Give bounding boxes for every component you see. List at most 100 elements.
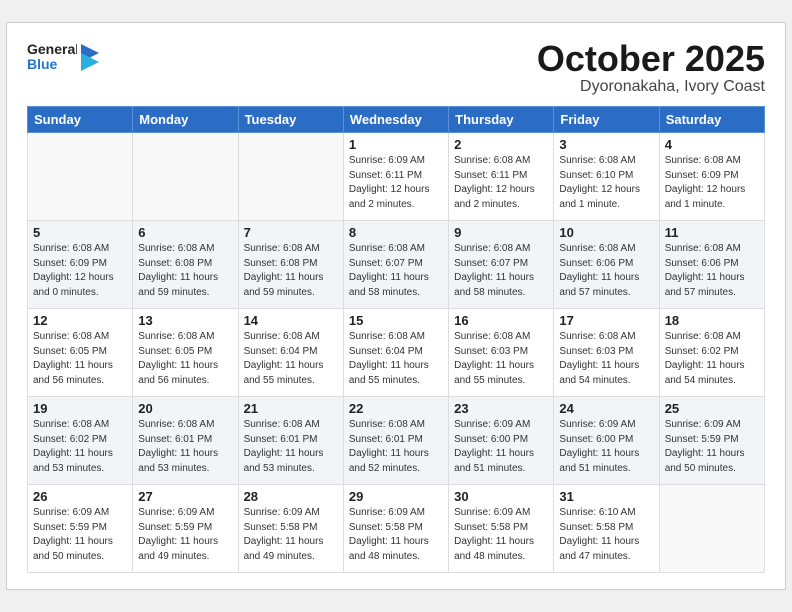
day-info: Sunrise: 6:09 AM Sunset: 5:58 PM Dayligh… bbox=[244, 506, 338, 564]
day-cell: 9Sunrise: 6:08 AM Sunset: 6:07 PM Daylig… bbox=[449, 221, 554, 309]
header-friday: Friday bbox=[554, 107, 659, 133]
day-number: 6 bbox=[138, 225, 232, 240]
location-title: Dyoronakaha, Ivory Coast bbox=[537, 78, 765, 96]
day-cell: 2 Sunrise: 6:08 AM Sunset: 6:11 PM Daylig… bbox=[449, 133, 554, 221]
day-cell: 14 Sunrise: 6:08 AM Sunset: 6:04 PM Dayli… bbox=[238, 309, 343, 397]
day-info: Sunrise: 6:08 AM Sunset: 6:05 PM Dayligh… bbox=[138, 330, 232, 388]
svg-text:General: General bbox=[27, 41, 77, 57]
day-cell: 3 Sunrise: 6:08 AM Sunset: 6:10 PM Daylig… bbox=[554, 133, 659, 221]
day-cell: 17 Sunrise: 6:08 AM Sunset: 6:03 PM Dayli… bbox=[554, 309, 659, 397]
day-info: Sunrise: 6:08 AM Sunset: 6:08 PM Dayligh… bbox=[138, 242, 232, 300]
week-row-1: 1Sunrise: 6:09 AM Sunset: 6:11 PM Daylig… bbox=[28, 133, 765, 221]
week-row-4: 19 Sunrise: 6:08 AM Sunset: 6:02 PM Dayli… bbox=[28, 397, 765, 485]
day-cell: 18Sunrise: 6:08 AM Sunset: 6:02 PM Dayli… bbox=[659, 309, 764, 397]
day-cell: 6 Sunrise: 6:08 AM Sunset: 6:08 PM Daylig… bbox=[133, 221, 238, 309]
day-cell: 1Sunrise: 6:09 AM Sunset: 6:11 PM Daylig… bbox=[343, 133, 448, 221]
day-cell: 16 Sunrise: 6:08 AM Sunset: 6:03 PM Dayli… bbox=[449, 309, 554, 397]
day-cell: 26Sunrise: 6:09 AM Sunset: 5:59 PM Dayli… bbox=[28, 485, 133, 573]
day-info: Sunrise: 6:09 AM Sunset: 5:59 PM Dayligh… bbox=[138, 506, 232, 564]
day-info: Sunrise: 6:08 AM Sunset: 6:06 PM Dayligh… bbox=[665, 242, 759, 300]
day-cell bbox=[659, 485, 764, 573]
day-number: 7 bbox=[244, 225, 338, 240]
day-cell: 28Sunrise: 6:09 AM Sunset: 5:58 PM Dayli… bbox=[238, 485, 343, 573]
header-wednesday: Wednesday bbox=[343, 107, 448, 133]
day-number: 3 bbox=[559, 137, 653, 152]
day-number: 11 bbox=[665, 225, 759, 240]
day-cell: 29 Sunrise: 6:09 AM Sunset: 5:58 PM Dayli… bbox=[343, 485, 448, 573]
day-number: 21 bbox=[244, 401, 338, 416]
day-cell: 12Sunrise: 6:08 AM Sunset: 6:05 PM Dayli… bbox=[28, 309, 133, 397]
day-info: Sunrise: 6:08 AM Sunset: 6:06 PM Dayligh… bbox=[559, 242, 653, 300]
day-cell: 4 Sunrise: 6:08 AM Sunset: 6:09 PM Daylig… bbox=[659, 133, 764, 221]
day-cell: 30Sunrise: 6:09 AM Sunset: 5:58 PM Dayli… bbox=[449, 485, 554, 573]
day-number: 31 bbox=[559, 489, 653, 504]
day-number: 8 bbox=[349, 225, 443, 240]
day-cell: 10 Sunrise: 6:08 AM Sunset: 6:06 PM Dayli… bbox=[554, 221, 659, 309]
day-info: Sunrise: 6:09 AM Sunset: 5:59 PM Dayligh… bbox=[665, 418, 759, 476]
day-cell: 22Sunrise: 6:08 AM Sunset: 6:01 PM Dayli… bbox=[343, 397, 448, 485]
day-info: Sunrise: 6:08 AM Sunset: 6:07 PM Dayligh… bbox=[349, 242, 443, 300]
day-number: 14 bbox=[244, 313, 338, 328]
day-info: Sunrise: 6:09 AM Sunset: 6:11 PM Dayligh… bbox=[349, 154, 443, 212]
day-number: 19 bbox=[33, 401, 127, 416]
day-info: Sunrise: 6:09 AM Sunset: 6:00 PM Dayligh… bbox=[559, 418, 653, 476]
logo: General Blue bbox=[27, 39, 99, 73]
day-cell: 24Sunrise: 6:09 AM Sunset: 6:00 PM Dayli… bbox=[554, 397, 659, 485]
day-info: Sunrise: 6:08 AM Sunset: 6:11 PM Dayligh… bbox=[454, 154, 548, 212]
day-number: 30 bbox=[454, 489, 548, 504]
day-cell: 23Sunrise: 6:09 AM Sunset: 6:00 PM Dayli… bbox=[449, 397, 554, 485]
day-info: Sunrise: 6:08 AM Sunset: 6:10 PM Dayligh… bbox=[559, 154, 653, 212]
day-info: Sunrise: 6:09 AM Sunset: 5:59 PM Dayligh… bbox=[33, 506, 127, 564]
day-number: 2 bbox=[454, 137, 548, 152]
day-number: 22 bbox=[349, 401, 443, 416]
day-number: 27 bbox=[138, 489, 232, 504]
day-number: 29 bbox=[349, 489, 443, 504]
day-cell: 15 Sunrise: 6:08 AM Sunset: 6:04 PM Dayli… bbox=[343, 309, 448, 397]
day-info: Sunrise: 6:10 AM Sunset: 5:58 PM Dayligh… bbox=[559, 506, 653, 564]
header-thursday: Thursday bbox=[449, 107, 554, 133]
week-row-3: 12 Sunrise: 6:08 AM Sunset: 6:05 PM Dayli… bbox=[28, 309, 765, 397]
week-row-5: 26Sunrise: 6:09 AM Sunset: 5:59 PM Dayli… bbox=[28, 485, 765, 573]
day-info: Sunrise: 6:08 AM Sunset: 6:01 PM Dayligh… bbox=[138, 418, 232, 476]
day-cell: 31 Sunrise: 6:10 AM Sunset: 5:58 PM Dayli… bbox=[554, 485, 659, 573]
title-block: October 2025 Dyoronakaha, Ivory Coast bbox=[537, 39, 765, 97]
day-number: 15 bbox=[349, 313, 443, 328]
calendar-grid: Sunday Monday Tuesday Wednesday Thursday… bbox=[27, 106, 765, 573]
day-number: 18 bbox=[665, 313, 759, 328]
day-cell: 11 Sunrise: 6:08 AM Sunset: 6:06 PM Dayli… bbox=[659, 221, 764, 309]
day-number: 10 bbox=[559, 225, 653, 240]
day-number: 4 bbox=[665, 137, 759, 152]
day-info: Sunrise: 6:08 AM Sunset: 6:08 PM Dayligh… bbox=[244, 242, 338, 300]
day-info: Sunrise: 6:08 AM Sunset: 6:03 PM Dayligh… bbox=[559, 330, 653, 388]
day-number: 16 bbox=[454, 313, 548, 328]
day-info: Sunrise: 6:09 AM Sunset: 5:58 PM Dayligh… bbox=[349, 506, 443, 564]
day-info: Sunrise: 6:08 AM Sunset: 6:04 PM Dayligh… bbox=[349, 330, 443, 388]
day-number: 17 bbox=[559, 313, 653, 328]
day-number: 12 bbox=[33, 313, 127, 328]
weekday-header-row: Sunday Monday Tuesday Wednesday Thursday… bbox=[28, 107, 765, 133]
header-sunday: Sunday bbox=[28, 107, 133, 133]
day-info: Sunrise: 6:08 AM Sunset: 6:09 PM Dayligh… bbox=[33, 242, 127, 300]
day-cell: 27 Sunrise: 6:09 AM Sunset: 5:59 PM Dayli… bbox=[133, 485, 238, 573]
day-info: Sunrise: 6:08 AM Sunset: 6:03 PM Dayligh… bbox=[454, 330, 548, 388]
header: General Blue October 2025 Dyoronakaha, I… bbox=[27, 39, 765, 97]
month-title: October 2025 bbox=[537, 39, 765, 79]
day-number: 20 bbox=[138, 401, 232, 416]
day-number: 9 bbox=[454, 225, 548, 240]
day-info: Sunrise: 6:08 AM Sunset: 6:04 PM Dayligh… bbox=[244, 330, 338, 388]
day-cell: 19 Sunrise: 6:08 AM Sunset: 6:02 PM Dayli… bbox=[28, 397, 133, 485]
day-cell bbox=[133, 133, 238, 221]
day-number: 13 bbox=[138, 313, 232, 328]
day-info: Sunrise: 6:08 AM Sunset: 6:09 PM Dayligh… bbox=[665, 154, 759, 212]
day-number: 23 bbox=[454, 401, 548, 416]
day-info: Sunrise: 6:08 AM Sunset: 6:02 PM Dayligh… bbox=[33, 418, 127, 476]
logo-svg: General Blue bbox=[27, 39, 77, 73]
week-row-2: 5Sunrise: 6:08 AM Sunset: 6:09 PM Daylig… bbox=[28, 221, 765, 309]
day-cell: 8 Sunrise: 6:08 AM Sunset: 6:07 PM Daylig… bbox=[343, 221, 448, 309]
day-cell bbox=[238, 133, 343, 221]
logo-arrow bbox=[81, 39, 99, 73]
header-monday: Monday bbox=[133, 107, 238, 133]
header-saturday: Saturday bbox=[659, 107, 764, 133]
day-cell: 13 Sunrise: 6:08 AM Sunset: 6:05 PM Dayli… bbox=[133, 309, 238, 397]
day-cell: 5Sunrise: 6:08 AM Sunset: 6:09 PM Daylig… bbox=[28, 221, 133, 309]
